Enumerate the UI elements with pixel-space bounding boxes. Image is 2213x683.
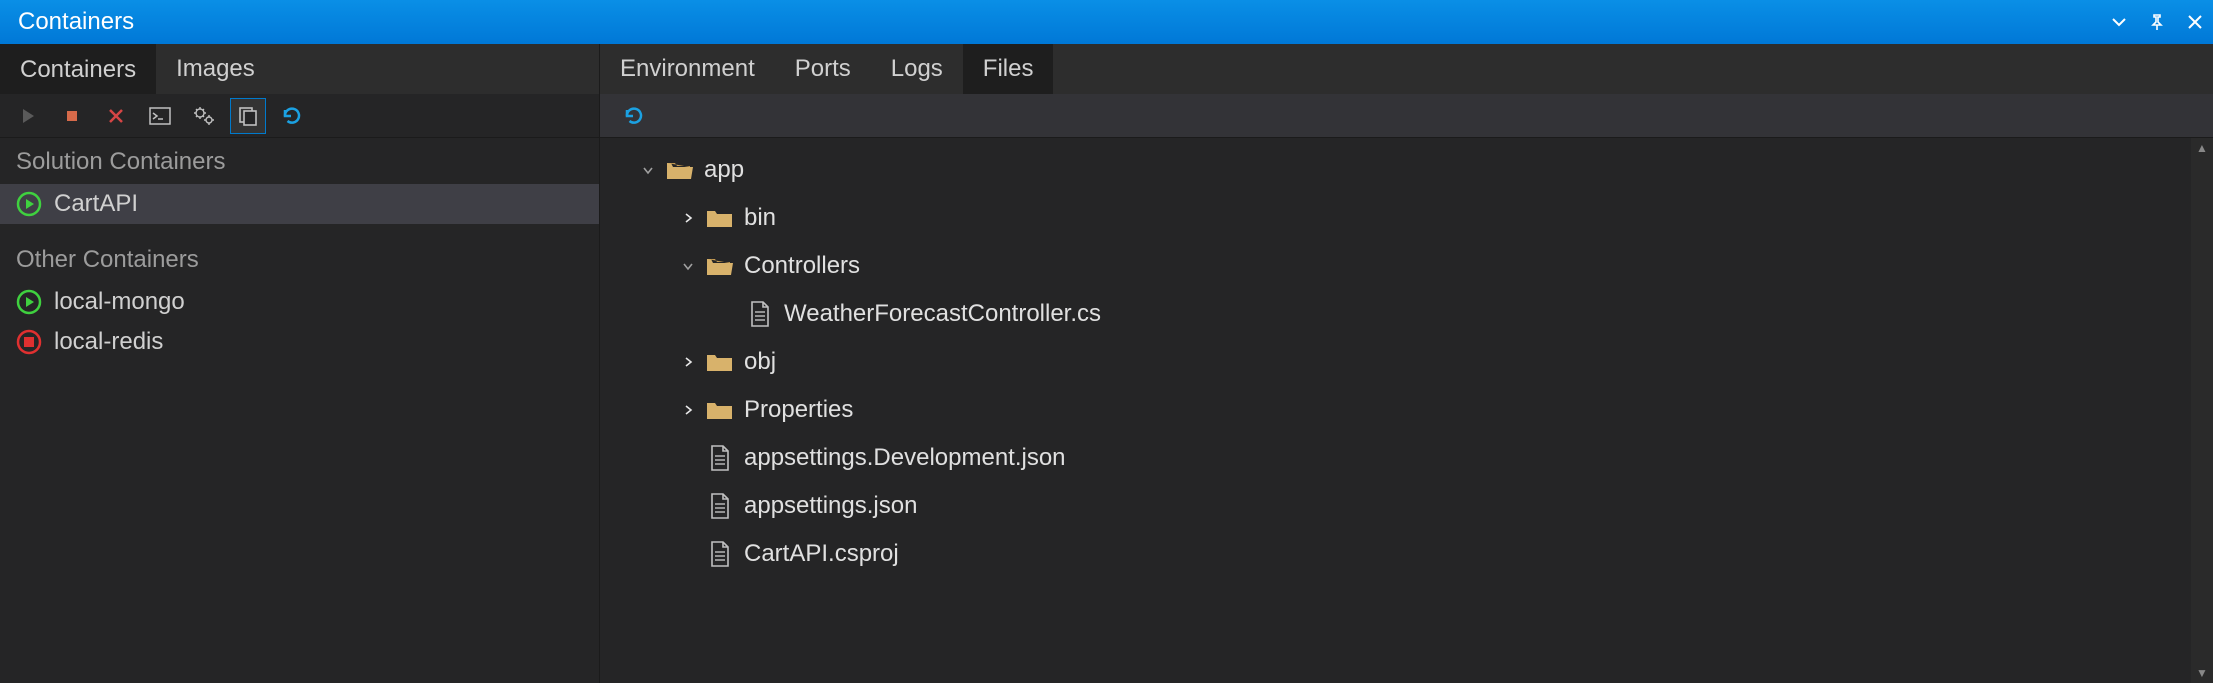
section-solution-heading: Solution Containers bbox=[0, 138, 599, 184]
tree-row[interactable]: CartAPI.csproj bbox=[600, 530, 2191, 578]
file-icon bbox=[746, 301, 774, 327]
settings-button[interactable] bbox=[186, 98, 222, 134]
section-other-heading: Other Containers bbox=[0, 236, 599, 282]
expander-none bbox=[720, 306, 736, 322]
file-icon bbox=[706, 445, 734, 471]
expander-icon[interactable] bbox=[680, 402, 696, 418]
tab-ports-label: Ports bbox=[795, 55, 851, 83]
tree-row[interactable]: obj bbox=[600, 338, 2191, 386]
window-options-icon[interactable] bbox=[2109, 12, 2129, 32]
window-controls bbox=[2109, 12, 2205, 32]
scroll-up-icon[interactable]: ▲ bbox=[2191, 138, 2213, 158]
folder-icon bbox=[706, 397, 734, 423]
window-title: Containers bbox=[18, 8, 134, 36]
refresh-files-button[interactable] bbox=[616, 98, 652, 134]
file-tree: appbin Controllers WeatherForecastControll… bbox=[600, 138, 2191, 683]
tree-node-label: bin bbox=[744, 204, 776, 232]
tree-row[interactable]: appsettings.Development.json bbox=[600, 434, 2191, 482]
folder-icon bbox=[666, 157, 694, 183]
right-tab-strip: Environment Ports Logs Files bbox=[600, 44, 2213, 94]
expander-none bbox=[680, 546, 696, 562]
content-toolbar bbox=[600, 94, 2213, 138]
remove-button[interactable] bbox=[98, 98, 134, 134]
tree-node-label: Properties bbox=[744, 396, 853, 424]
expander-icon[interactable] bbox=[640, 162, 656, 178]
tree-node-label: obj bbox=[744, 348, 776, 376]
running-icon bbox=[16, 289, 42, 315]
left-toolbar bbox=[0, 94, 599, 138]
tree-node-label: app bbox=[704, 156, 744, 184]
tree-node-label: Controllers bbox=[744, 252, 860, 280]
container-name: local-mongo bbox=[54, 288, 185, 316]
tab-environment[interactable]: Environment bbox=[600, 44, 775, 94]
tab-images-label: Images bbox=[176, 55, 255, 83]
expander-none bbox=[680, 450, 696, 466]
container-name: CartAPI bbox=[54, 190, 138, 218]
container-name: local-redis bbox=[54, 328, 163, 356]
tree-row[interactable]: bin bbox=[600, 194, 2191, 242]
close-icon[interactable] bbox=[2185, 12, 2205, 32]
tab-ports[interactable]: Ports bbox=[775, 44, 871, 94]
pin-icon[interactable] bbox=[2147, 12, 2167, 32]
file-pane: appbin Controllers WeatherForecastControll… bbox=[600, 138, 2213, 683]
tree-node-label: appsettings.json bbox=[744, 492, 917, 520]
running-icon bbox=[16, 191, 42, 217]
tree-row[interactable]: WeatherForecastController.cs bbox=[600, 290, 2191, 338]
tab-containers[interactable]: Containers bbox=[0, 44, 156, 94]
tree-row[interactable]: appsettings.json bbox=[600, 482, 2191, 530]
folder-icon bbox=[706, 205, 734, 231]
tree-node-label: CartAPI.csproj bbox=[744, 540, 899, 568]
vertical-scrollbar[interactable]: ▲ ▼ bbox=[2191, 138, 2213, 683]
stop-button[interactable] bbox=[54, 98, 90, 134]
tab-containers-label: Containers bbox=[20, 56, 136, 84]
start-button[interactable] bbox=[10, 98, 46, 134]
tree-row[interactable]: app bbox=[600, 146, 2191, 194]
scroll-down-icon[interactable]: ▼ bbox=[2191, 663, 2213, 683]
tree-row[interactable]: Controllers bbox=[600, 242, 2191, 290]
file-icon bbox=[706, 493, 734, 519]
expander-icon[interactable] bbox=[680, 210, 696, 226]
folder-icon bbox=[706, 253, 734, 279]
expander-none bbox=[680, 498, 696, 514]
expander-icon[interactable] bbox=[680, 354, 696, 370]
tab-logs[interactable]: Logs bbox=[871, 44, 963, 94]
copy-button[interactable] bbox=[230, 98, 266, 134]
tree-node-label: WeatherForecastController.cs bbox=[784, 300, 1101, 328]
file-icon bbox=[706, 541, 734, 567]
tab-logs-label: Logs bbox=[891, 55, 943, 83]
tree-node-label: appsettings.Development.json bbox=[744, 444, 1066, 472]
tab-files-label: Files bbox=[983, 55, 1034, 83]
folder-icon bbox=[706, 349, 734, 375]
right-panel: Environment Ports Logs Files appbin Contr… bbox=[600, 44, 2213, 683]
stopped-icon bbox=[16, 329, 42, 355]
refresh-button[interactable] bbox=[274, 98, 310, 134]
container-item-local-redis[interactable]: local-redis bbox=[0, 322, 599, 362]
left-tab-strip: Containers Images bbox=[0, 44, 599, 94]
tab-images[interactable]: Images bbox=[156, 44, 275, 94]
terminal-button[interactable] bbox=[142, 98, 178, 134]
left-panel: Containers Images bbox=[0, 44, 600, 683]
tab-files[interactable]: Files bbox=[963, 44, 1054, 94]
container-item-local-mongo[interactable]: local-mongo bbox=[0, 282, 599, 322]
tab-environment-label: Environment bbox=[620, 55, 755, 83]
tree-row[interactable]: Properties bbox=[600, 386, 2191, 434]
container-item-cartapi[interactable]: CartAPI bbox=[0, 184, 599, 224]
titlebar: Containers bbox=[0, 0, 2213, 44]
expander-icon[interactable] bbox=[680, 258, 696, 274]
